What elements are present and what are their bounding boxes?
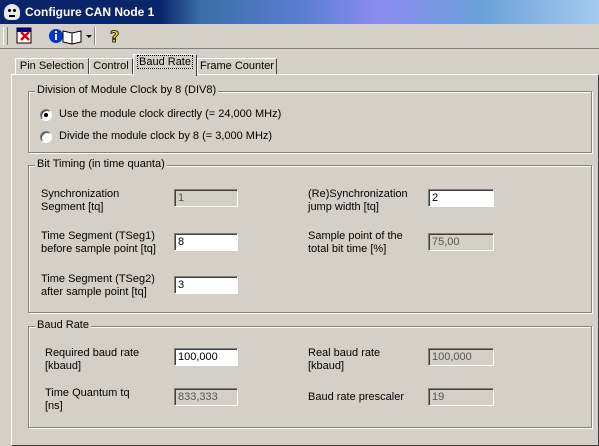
info-button[interactable] [48,26,82,46]
tseg1-input[interactable]: 8 [174,233,238,251]
bit-timing-group-title: Bit Timing (in time quanta) [35,158,167,170]
tab-frame-counter[interactable]: Frame Counter [197,58,277,75]
sjw-input[interactable]: 2 [428,189,494,207]
tab-baud-rate[interactable]: Baud Rate [133,54,197,76]
radio-divide-module-clock-label[interactable]: Divide the module clock by 8 (= 3,000 MH… [59,129,272,143]
sjw-label-unit: jump width [tq] [308,201,379,213]
toolbar-grip[interactable] [3,27,8,45]
bit-timing-group: Bit Timing (in time quanta) Synchronizat… [28,158,592,313]
sync-segment-label-unit: Segment [tq] [41,201,104,213]
tseg2-label-unit: after sample point [tq] [41,286,147,298]
sample-point-label-unit: total bit time [%] [308,243,387,255]
tab-page-baud-rate: Division of Module Clock by 8 (DIV8) Use… [11,74,599,446]
time-quantum-field: 833,333 [174,388,238,406]
info-book-icon [49,29,82,45]
real-baud-rate-field: 100,000 [428,348,494,366]
radio-use-module-clock[interactable] [40,109,52,121]
title-bar: Configure CAN Node 1 [0,0,599,24]
div8-group-title: Division of Module Clock by 8 (DIV8) [35,84,219,96]
exit-icon [16,27,32,44]
help-button[interactable]: ? [104,26,126,47]
prescaler-label: Baud rate prescaler [308,391,404,403]
baud-rate-group: Baud Rate Required baud rate [kbaud] 100… [28,319,592,428]
real-baud-rate-label: Real baud rate [308,347,381,359]
prescaler-field: 19 [428,388,494,406]
svg-text:?: ? [110,27,119,46]
info-dropdown-button[interactable] [84,26,94,46]
radio-use-module-clock-label[interactable]: Use the module clock directly (= 24,000 … [59,107,281,121]
sample-point-label: Sample point of the [308,230,403,242]
toolbar: ? [0,24,599,49]
div8-group: Division of Module Clock by 8 (DIV8) Use… [28,84,592,153]
sample-point-field: 75,00 [428,233,494,251]
real-baud-rate-label-unit: [kbaud] [308,360,345,372]
dropdown-arrow-icon [86,35,92,38]
sync-segment-field: 1 [174,189,238,207]
window-title: Configure CAN Node 1 [25,5,155,19]
exit-button[interactable] [12,26,36,46]
sjw-label: (Re)Synchronization [308,188,408,200]
tseg2-label: Time Segment (TSeg2) [41,273,155,285]
required-baud-rate-label-unit: [kbaud] [45,360,82,372]
app-icon [4,4,20,20]
toolbar-separator [94,27,96,45]
help-icon: ? [110,27,120,47]
tab-pin-selection[interactable]: Pin Selection [15,58,89,75]
baud-rate-group-title: Baud Rate [35,319,91,331]
tab-control[interactable]: Control [89,58,133,75]
time-quantum-label: Time Quantum tq [45,387,130,399]
tseg2-input[interactable]: 3 [174,276,238,294]
radio-divide-module-clock[interactable] [40,131,52,143]
required-baud-rate-label: Required baud rate [45,347,140,359]
sync-segment-label: Synchronization [41,188,120,200]
tseg1-label: Time Segment (TSeg1) [41,230,155,242]
required-baud-rate-input[interactable]: 100,000 [174,348,238,366]
tseg1-label-unit: before sample point [tq] [41,243,156,255]
time-quantum-label-unit: [ns] [45,400,63,412]
